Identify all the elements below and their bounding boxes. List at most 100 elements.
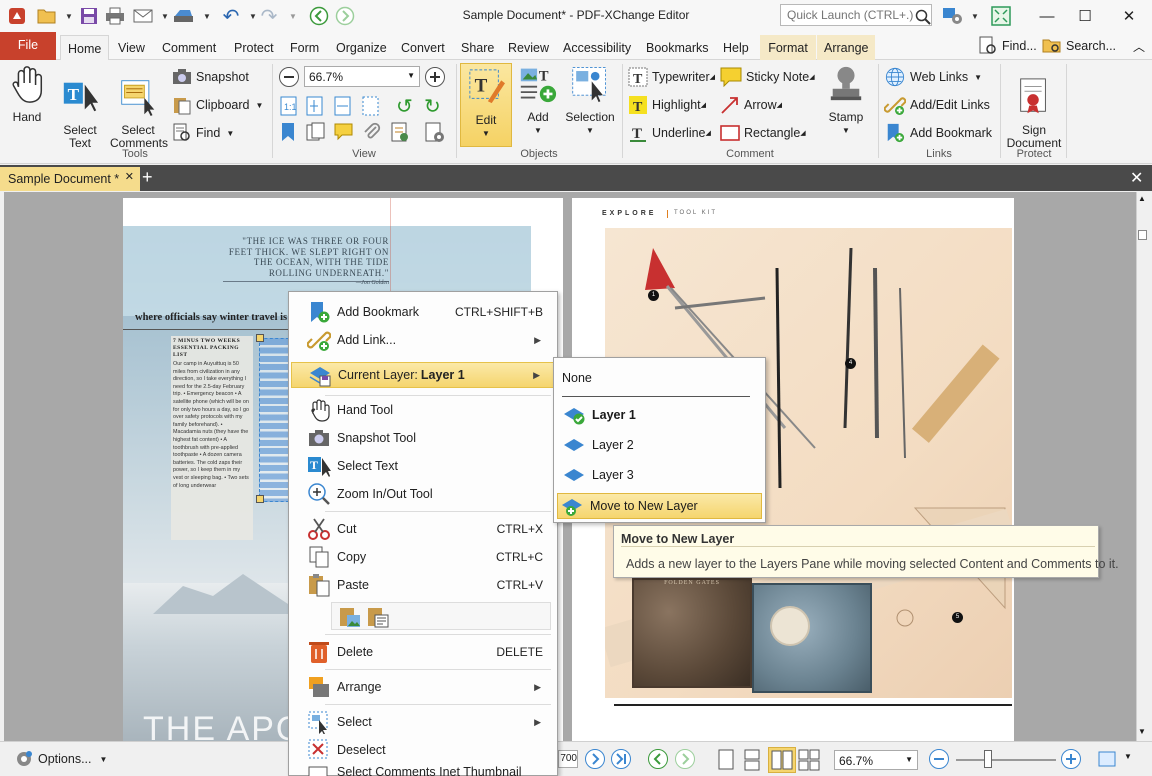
last-page-icon[interactable] xyxy=(610,748,632,773)
tab-share[interactable]: Share xyxy=(454,35,501,60)
page-properties-icon[interactable] xyxy=(424,122,446,147)
tab-home[interactable]: Home xyxy=(60,35,110,61)
menu-select-text[interactable]: T Select Text xyxy=(291,453,555,479)
single-page-icon[interactable] xyxy=(716,749,736,774)
vertical-scrollbar[interactable]: ▲ ▼ xyxy=(1136,192,1148,741)
tab-accessibility[interactable]: Accessibility xyxy=(556,35,638,60)
tab-file[interactable]: File xyxy=(0,32,56,60)
menu-snapshot-tool[interactable]: Snapshot Tool xyxy=(291,425,555,451)
web-links-button[interactable]: Web Links ▼ xyxy=(884,66,982,88)
continuous-facing-icon[interactable] xyxy=(798,749,822,774)
scroll-up-icon[interactable]: ▲ xyxy=(1138,194,1146,203)
stamp-button[interactable]: Stamp ▼ xyxy=(820,64,872,137)
selection-handle[interactable] xyxy=(256,495,264,503)
scroll-thumb[interactable] xyxy=(1138,230,1147,240)
menu-select-comments-thumbnail[interactable]: Select Comments Inet Thumbnail xyxy=(291,765,555,776)
status-zoom-combobox[interactable]: 66.7% ▼ xyxy=(834,750,918,770)
rotate-right-icon[interactable]: ↻ xyxy=(424,94,441,119)
thumbnails-pane-icon[interactable] xyxy=(306,122,326,145)
tab-comment[interactable]: Comment xyxy=(155,35,223,60)
document-tab[interactable]: Sample Document * ✕ xyxy=(0,167,140,191)
fit-width-icon[interactable] xyxy=(334,96,352,119)
arrow-button[interactable]: Arrow ◢ xyxy=(720,94,782,116)
typewriter-button[interactable]: T Typewriter ◢ xyxy=(628,66,715,88)
maximize-button[interactable]: ☐ xyxy=(1068,4,1102,28)
menu-paste[interactable]: Paste CTRL+V xyxy=(291,572,555,598)
close-tab-icon[interactable]: ✕ xyxy=(125,170,134,183)
menu-add-link[interactable]: Add Link... ▶ xyxy=(291,327,555,353)
add-edit-links-button[interactable]: Add/Edit Links xyxy=(884,94,990,116)
menu-select[interactable]: Select ▶ xyxy=(291,709,555,735)
move-to-new-layer-item[interactable]: Move to New Layer xyxy=(557,493,762,519)
bookmark-pane-icon[interactable] xyxy=(280,122,296,145)
actual-size-icon[interactable]: 1:1 xyxy=(280,96,298,119)
scroll-down-icon[interactable]: ▼ xyxy=(1138,727,1146,736)
continuous-page-icon[interactable] xyxy=(742,749,762,774)
fullscreen-icon[interactable] xyxy=(990,5,1012,27)
edit-button[interactable]: T Edit ▼ xyxy=(460,63,512,147)
status-zoom-in-icon[interactable] xyxy=(1060,748,1082,773)
zoom-out-icon[interactable] xyxy=(278,66,300,91)
zoom-combobox[interactable]: 66.7% ▼ xyxy=(304,66,420,87)
collapse-ribbon-icon[interactable]: ︿ xyxy=(1133,38,1145,55)
tab-help[interactable]: Help xyxy=(716,35,756,60)
menu-zoom-tool[interactable]: Zoom In/Out Tool xyxy=(291,481,555,507)
zoom-in-icon[interactable] xyxy=(424,66,446,91)
tab-convert[interactable]: Convert xyxy=(394,35,452,60)
paste-text-icon[interactable] xyxy=(366,605,390,629)
tab-arrange[interactable]: Arrange xyxy=(817,35,875,60)
find-button[interactable]: Find... xyxy=(978,35,1037,57)
find-tool-button[interactable]: Find ▼ xyxy=(172,122,234,144)
next-page-icon[interactable] xyxy=(584,748,606,773)
minimize-button[interactable]: — xyxy=(1030,4,1064,28)
panel-toggle-icon[interactable] xyxy=(1098,751,1116,770)
selection-button[interactable]: Selection ▼ xyxy=(564,64,616,137)
close-document-icon[interactable]: ✕ xyxy=(1130,168,1143,188)
menu-add-bookmark[interactable]: Add Bookmark CTRL+SHIFT+B xyxy=(291,299,555,325)
search-button[interactable]: Search... xyxy=(1042,35,1116,57)
add-objects-button[interactable]: T Add ▼ xyxy=(514,64,562,137)
rotate-left-icon[interactable]: ↺ xyxy=(396,94,413,119)
selection-handle[interactable] xyxy=(256,334,264,342)
zoom-slider-thumb[interactable] xyxy=(984,750,992,768)
tab-organize[interactable]: Organize xyxy=(329,35,394,60)
layer-option-3[interactable]: Layer 3 xyxy=(556,462,763,488)
fit-visible-icon[interactable] xyxy=(362,96,382,119)
customize-gear-icon[interactable] xyxy=(942,5,964,27)
options-button[interactable]: Options... ▼ xyxy=(14,748,107,770)
menu-deselect[interactable]: Deselect xyxy=(291,737,555,763)
new-tab-icon[interactable]: + xyxy=(142,167,153,188)
sticky-note-button[interactable]: Sticky Note ◢ xyxy=(720,66,815,88)
rectangle-button[interactable]: Rectangle ◢ xyxy=(720,122,806,144)
paste-image-icon[interactable] xyxy=(338,605,362,629)
menu-current-layer[interactable]: Current Layer: Layer 1 ▶ xyxy=(291,362,555,388)
quick-launch-input[interactable] xyxy=(780,4,932,26)
menu-hand-tool[interactable]: Hand Tool xyxy=(291,397,555,423)
menu-arrange[interactable]: Arrange ▶ xyxy=(291,674,555,700)
clipboard-button[interactable]: Clipboard ▼ xyxy=(172,94,263,116)
underline-button[interactable]: T Underline ◢ xyxy=(628,122,711,144)
close-button[interactable]: ✕ xyxy=(1112,4,1146,28)
snapshot-button[interactable]: Snapshot xyxy=(172,66,249,88)
layer-option-2[interactable]: Layer 2 xyxy=(556,432,763,458)
add-bookmark-ribbon-button[interactable]: Add Bookmark xyxy=(884,122,992,144)
zoom-slider-track[interactable] xyxy=(956,759,1056,761)
next-view-icon[interactable] xyxy=(674,748,696,773)
tab-protect[interactable]: Protect xyxy=(227,35,281,60)
menu-copy[interactable]: Copy CTRL+C xyxy=(291,544,555,570)
prev-view-icon[interactable] xyxy=(647,748,669,773)
menu-cut[interactable]: Cut CTRL+X xyxy=(291,516,555,542)
tab-review[interactable]: Review xyxy=(501,35,556,60)
customize-dropdown-icon[interactable]: ▼ xyxy=(964,5,986,27)
content-pane-icon[interactable] xyxy=(390,122,410,145)
status-more-icon[interactable]: ▼ xyxy=(1124,752,1132,761)
highlight-button[interactable]: T Highlight ◢ xyxy=(628,94,706,116)
tab-bookmarks[interactable]: Bookmarks xyxy=(639,35,716,60)
comments-pane-icon[interactable] xyxy=(334,122,354,145)
search-icon[interactable] xyxy=(912,6,934,28)
tab-form[interactable]: Form xyxy=(283,35,326,60)
tab-format[interactable]: Format xyxy=(760,35,816,60)
selected-text-column[interactable] xyxy=(259,338,289,502)
menu-delete[interactable]: Delete DELETE xyxy=(291,639,555,665)
layer-option-1[interactable]: Layer 1 xyxy=(556,402,763,428)
